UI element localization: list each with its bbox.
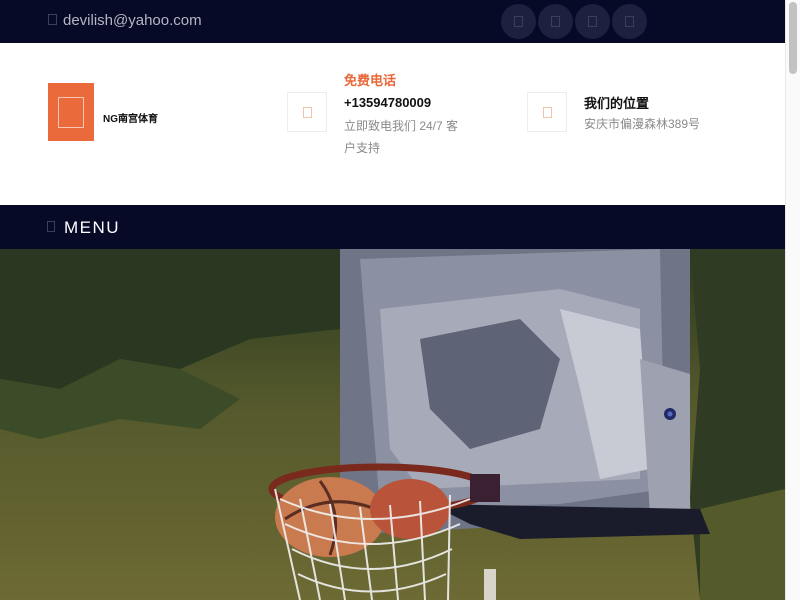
phone-title: 免费电话	[344, 73, 397, 88]
map-pin-icon	[543, 107, 552, 118]
phone-description: 立即致电我们 24/7 客户支持	[344, 119, 459, 155]
phone-icon	[303, 107, 312, 118]
twitter-icon	[551, 16, 560, 27]
site-header: NG南宫体育 免费电话 +13594780009 立即致电我们 24/7 客户支…	[0, 43, 785, 205]
logo-link[interactable]	[48, 83, 94, 141]
linkedin-icon	[625, 16, 634, 27]
social-link-linkedin[interactable]	[612, 4, 647, 39]
page: devilish@yahoo.com NG南宫体育 免费电话 +13594780…	[0, 0, 785, 600]
envelope-icon	[48, 14, 57, 25]
social-link-facebook[interactable]	[501, 4, 536, 39]
menu-bars-icon[interactable]	[47, 221, 55, 232]
page-scrollbar[interactable]	[785, 0, 800, 600]
facebook-icon	[514, 16, 523, 27]
basketball-hoop-photo	[0, 249, 785, 600]
menu-toggle-button[interactable]: MENU	[64, 218, 120, 238]
location-icon-box	[527, 92, 567, 132]
top-bar: devilish@yahoo.com	[0, 0, 785, 43]
contact-email-link[interactable]: devilish@yahoo.com	[63, 12, 202, 29]
location-title: 我们的位置	[584, 96, 650, 111]
phone-icon-box	[287, 92, 327, 132]
brand-name: NG南宫体育	[103, 114, 158, 125]
social-link-instagram[interactable]	[575, 4, 610, 39]
logo-icon	[58, 97, 84, 128]
main-nav: MENU	[0, 205, 785, 249]
location-address: 安庆市偏漫森林389号	[584, 117, 701, 131]
scrollbar-thumb[interactable]	[789, 2, 797, 74]
phone-number-link[interactable]: +13594780009	[344, 95, 431, 110]
hero-banner	[0, 249, 785, 600]
social-link-twitter[interactable]	[538, 4, 573, 39]
instagram-icon	[588, 16, 597, 27]
